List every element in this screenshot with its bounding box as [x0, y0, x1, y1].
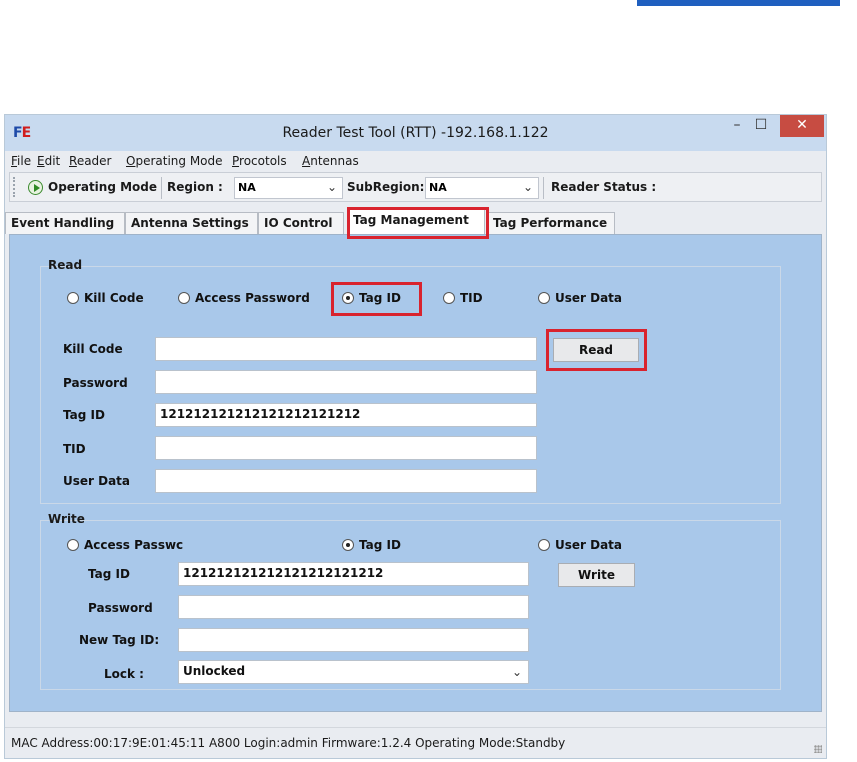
read-radio-tid[interactable]: TID: [443, 291, 483, 305]
toolbar-separator: [543, 177, 544, 199]
tid-field[interactable]: [155, 436, 537, 460]
toolbar-grip-icon[interactable]: [13, 177, 15, 197]
radio-icon: [538, 539, 550, 551]
menu-edit[interactable]: Edit: [37, 154, 60, 168]
status-text: MAC Address:00:17:9E:01:45:11 A800 Login…: [11, 736, 566, 750]
window-title: Reader Test Tool (RTT) -192.168.1.122: [282, 125, 549, 141]
radio-icon: [178, 292, 190, 304]
subregion-select[interactable]: NA ⌄: [425, 177, 539, 199]
lock-value: Unlocked: [183, 664, 246, 678]
radio-selected-icon: [342, 292, 354, 304]
write-group-title: Write: [48, 512, 85, 526]
write-radio-user-data[interactable]: User Data: [538, 538, 622, 552]
kill-code-label: Kill Code: [63, 342, 123, 356]
write-password-label: Password: [88, 601, 153, 615]
menu-bar: File Edit Reader Operating Mode Procotol…: [5, 151, 826, 171]
tab-event-handling[interactable]: Event Handling: [5, 212, 125, 234]
operating-mode-label[interactable]: Operating Mode: [48, 180, 157, 194]
radio-icon: [67, 539, 79, 551]
read-radio-access-password[interactable]: Access Password: [178, 291, 310, 305]
tag-management-panel: Read Kill Code Access Password Tag ID TI…: [9, 234, 822, 712]
status-bar: MAC Address:00:17:9E:01:45:11 A800 Login…: [5, 727, 826, 757]
title-bar: FE Reader Test Tool (RTT) -192.168.1.122…: [5, 115, 826, 151]
menu-operating-mode[interactable]: Operating Mode: [126, 154, 223, 168]
menu-reader[interactable]: Reader: [69, 154, 111, 168]
app-window: FE Reader Test Tool (RTT) -192.168.1.122…: [4, 114, 827, 759]
write-button[interactable]: Write: [558, 563, 635, 587]
tab-io-control[interactable]: IO Control: [258, 212, 344, 234]
tab-tag-management[interactable]: Tag Management: [347, 208, 485, 234]
user-data-label: User Data: [63, 474, 131, 488]
password-field[interactable]: [155, 370, 537, 394]
user-data-field[interactable]: [155, 469, 537, 493]
subregion-value: NA: [429, 181, 447, 194]
minimize-button[interactable]: –: [726, 115, 748, 137]
resize-grip-icon[interactable]: [814, 745, 822, 753]
read-group-title: Read: [48, 258, 83, 272]
chevron-down-icon: ⌄: [522, 180, 533, 194]
maximize-button[interactable]: ☐: [750, 115, 772, 137]
tab-tag-performance[interactable]: Tag Performance: [487, 212, 615, 234]
subregion-label: SubRegion:: [347, 180, 425, 194]
password-label: Password: [63, 376, 128, 390]
play-icon[interactable]: [28, 180, 43, 195]
chevron-down-icon: ⌄: [511, 665, 522, 679]
region-select[interactable]: NA ⌄: [234, 177, 343, 199]
radio-icon: [443, 292, 455, 304]
chevron-down-icon: ⌄: [326, 180, 337, 194]
toolbar-separator: [161, 177, 162, 199]
menu-file[interactable]: File: [11, 154, 31, 168]
region-label: Region :: [167, 180, 223, 194]
write-tag-id-field[interactable]: 121212121212121212121212: [178, 562, 529, 586]
close-button[interactable]: ✕: [780, 115, 824, 137]
tab-antenna-settings[interactable]: Antenna Settings: [125, 212, 258, 234]
new-tag-id-label: New Tag ID:: [79, 633, 160, 647]
radio-icon: [67, 292, 79, 304]
menu-procotols[interactable]: Procotols: [232, 154, 287, 168]
lock-label: Lock :: [104, 667, 144, 681]
write-radio-access-password[interactable]: Access Passwc: [67, 538, 183, 552]
new-tag-id-field[interactable]: [178, 628, 529, 652]
write-tag-id-label: Tag ID: [88, 567, 130, 581]
tid-label: TID: [63, 442, 86, 456]
read-button[interactable]: Read: [553, 338, 639, 362]
write-password-field[interactable]: [178, 595, 529, 619]
region-value: NA: [238, 181, 256, 194]
write-radio-tag-id[interactable]: Tag ID: [342, 538, 401, 552]
lock-select[interactable]: Unlocked ⌄: [178, 660, 529, 684]
kill-code-field[interactable]: [155, 337, 537, 361]
tag-id-label: Tag ID: [63, 408, 105, 422]
radio-icon: [538, 292, 550, 304]
tab-strip: Event Handling Antenna Settings IO Contr…: [5, 208, 826, 234]
reader-status-label: Reader Status :: [551, 180, 657, 194]
read-radio-tag-id[interactable]: Tag ID: [342, 291, 401, 305]
top-accent-bar: [637, 0, 840, 6]
read-radio-user-data[interactable]: User Data: [538, 291, 622, 305]
read-radio-kill-code[interactable]: Kill Code: [67, 291, 144, 305]
radio-selected-icon: [342, 539, 354, 551]
toolbar: Operating Mode Region : NA ⌄ SubRegion: …: [9, 172, 822, 202]
tag-id-field[interactable]: 121212121212121212121212: [155, 403, 537, 427]
menu-antennas[interactable]: Antennas: [302, 154, 359, 168]
